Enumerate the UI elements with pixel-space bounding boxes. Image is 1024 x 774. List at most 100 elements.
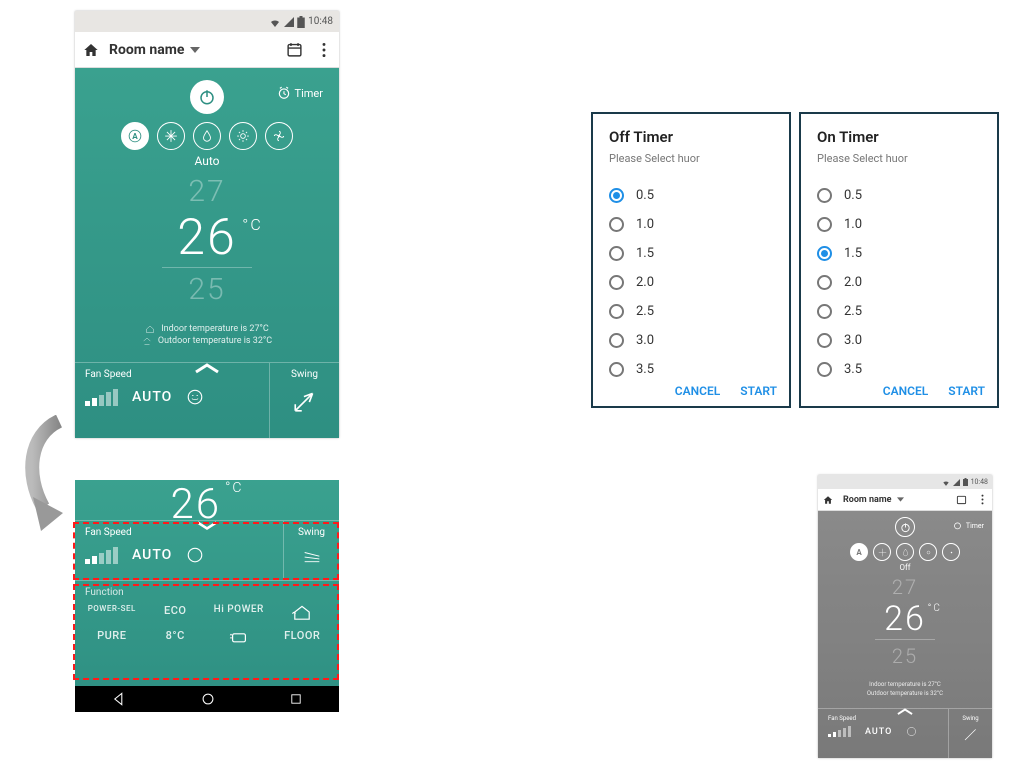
fn-8c[interactable]: 8°C bbox=[149, 629, 203, 648]
radio-icon bbox=[817, 275, 832, 290]
fn-comfort[interactable] bbox=[212, 629, 266, 648]
radio-icon bbox=[817, 217, 832, 232]
expand-icon[interactable] bbox=[193, 361, 221, 375]
temp-decrease[interactable]: 25 bbox=[162, 267, 252, 307]
calendar-icon[interactable] bbox=[956, 494, 967, 505]
phone-main: 10:48 Room name Timer A Auto 27 26°C bbox=[75, 11, 339, 438]
quiet-icon[interactable] bbox=[186, 388, 204, 406]
status-time: 10:48 bbox=[308, 16, 333, 27]
dropdown-icon[interactable] bbox=[897, 496, 904, 503]
mode-fan-button[interactable] bbox=[942, 543, 960, 561]
quiet-icon[interactable] bbox=[186, 546, 204, 564]
overflow-icon[interactable] bbox=[317, 42, 331, 58]
phone-off-state: 10:48 Room name Timer A Off 27 26°C 25 I… bbox=[818, 475, 992, 758]
timer-button[interactable]: Timer bbox=[277, 86, 323, 100]
timer-option-label: 1.5 bbox=[844, 246, 862, 261]
fn-home[interactable] bbox=[276, 604, 330, 623]
timer-option[interactable]: 0.5 bbox=[801, 181, 997, 210]
off-timer-subtitle: Please Select huor bbox=[609, 152, 773, 165]
alarm-icon bbox=[953, 521, 962, 530]
timer-option[interactable]: 3.0 bbox=[593, 326, 789, 355]
timer-option[interactable]: 3.5 bbox=[801, 355, 997, 384]
on-cancel-button[interactable]: CANCEL bbox=[883, 384, 928, 398]
on-start-button[interactable]: START bbox=[948, 384, 985, 398]
temp-increase[interactable]: 27 bbox=[75, 174, 339, 209]
fn-hipower[interactable]: Hi POWER bbox=[212, 604, 266, 623]
home-icon[interactable] bbox=[823, 495, 833, 505]
timer-option[interactable]: 1.0 bbox=[801, 210, 997, 239]
on-timer-title: On Timer bbox=[817, 128, 981, 146]
mode-cool-button[interactable] bbox=[873, 543, 891, 561]
swing-heading: Swing bbox=[278, 369, 331, 380]
scroll-arrow bbox=[19, 415, 81, 535]
timer-option[interactable]: 2.0 bbox=[593, 268, 789, 297]
fn-floor[interactable]: FLOOR bbox=[276, 629, 330, 648]
temp-partial: 26°C bbox=[75, 480, 339, 520]
mode-cool-button[interactable] bbox=[157, 122, 185, 150]
fanspeed-auto[interactable]: AUTO bbox=[132, 389, 172, 405]
radio-icon bbox=[817, 333, 832, 348]
off-timer-options: 0.5 1.01.5 2.0 2.53.03.5 bbox=[593, 181, 789, 384]
collapse-icon[interactable] bbox=[194, 519, 220, 531]
overflow-icon[interactable] bbox=[978, 494, 987, 505]
mode-label: Auto bbox=[75, 154, 339, 168]
timer-option-label: 2.0 bbox=[636, 275, 654, 290]
calendar-icon[interactable] bbox=[286, 41, 303, 58]
timer-option-label: 3.5 bbox=[844, 362, 862, 377]
expand-icon[interactable] bbox=[896, 707, 914, 716]
fn-eco[interactable]: ECO bbox=[149, 604, 203, 623]
mode-heat-button[interactable] bbox=[229, 122, 257, 150]
timer-option[interactable]: 0.5 bbox=[593, 181, 789, 210]
quiet-icon[interactable] bbox=[906, 726, 917, 737]
on-timer-subtitle: Please Select huor bbox=[817, 152, 981, 165]
android-navbar bbox=[75, 686, 339, 712]
radio-icon bbox=[609, 246, 624, 261]
timer-option[interactable]: 2.5 bbox=[593, 297, 789, 326]
timer-option[interactable]: 1.5 bbox=[801, 239, 997, 268]
room-title[interactable]: Room name bbox=[109, 42, 184, 58]
fanspeed-bars[interactable] bbox=[85, 547, 118, 564]
dropdown-icon[interactable] bbox=[190, 45, 200, 55]
timer-option[interactable]: 1.5 bbox=[593, 239, 789, 268]
timer-option-label: 0.5 bbox=[636, 188, 654, 203]
timer-option[interactable]: 3.0 bbox=[801, 326, 997, 355]
timer-option[interactable]: 3.5 bbox=[593, 355, 789, 384]
power-button[interactable] bbox=[190, 80, 224, 114]
recent-icon[interactable] bbox=[290, 693, 302, 705]
fanspeed-bars[interactable] bbox=[85, 389, 118, 406]
mode-fan-button[interactable] bbox=[265, 122, 293, 150]
swing-icon[interactable] bbox=[292, 388, 318, 414]
mode-auto-button[interactable]: A bbox=[121, 122, 149, 150]
fanspeed-panel: Fan Speed AUTO Swing bbox=[75, 520, 339, 580]
timer-option[interactable]: 1.0 bbox=[593, 210, 789, 239]
timer-option-label: 0.5 bbox=[844, 188, 862, 203]
timer-option[interactable]: 2.5 bbox=[801, 297, 997, 326]
battery-icon bbox=[963, 478, 968, 486]
control-panel: Timer A Auto 27 26°C 25 Indoor temperatu… bbox=[75, 68, 339, 438]
on-timer-dialog: On Timer Please Select huor 0.5 1.0 1.5 2.0… bbox=[799, 112, 999, 408]
fn-pure[interactable]: PURE bbox=[85, 629, 139, 648]
phone-scrolled: 26°C Fan Speed AUTO Swing Function POWER… bbox=[75, 480, 339, 712]
mode-dry-button[interactable] bbox=[193, 122, 221, 150]
mode-auto-button[interactable]: A bbox=[850, 543, 868, 561]
power-button[interactable] bbox=[895, 517, 915, 537]
radio-icon bbox=[609, 188, 624, 203]
battery-icon bbox=[297, 16, 305, 28]
mode-heat-button[interactable] bbox=[919, 543, 937, 561]
outdoor-icon bbox=[142, 336, 152, 346]
off-start-button[interactable]: START bbox=[740, 384, 777, 398]
timer-option[interactable]: 2.0 bbox=[801, 268, 997, 297]
home-nav-icon[interactable] bbox=[201, 692, 215, 706]
fanspeed-heading: Fan Speed bbox=[85, 369, 259, 380]
off-cancel-button[interactable]: CANCEL bbox=[675, 384, 720, 398]
swing-icon[interactable] bbox=[301, 546, 323, 570]
swing-icon[interactable] bbox=[963, 726, 979, 742]
radio-icon bbox=[817, 246, 832, 261]
back-icon[interactable] bbox=[112, 692, 126, 706]
fn-powersel[interactable]: POWER-SEL bbox=[85, 604, 139, 623]
mode-dry-button[interactable] bbox=[896, 543, 914, 561]
indoor-icon bbox=[145, 324, 155, 334]
home-icon[interactable] bbox=[83, 42, 99, 58]
timer-button[interactable]: Timer bbox=[953, 521, 984, 530]
off-timer-dialog: Off Timer Please Select huor 0.51.01.52.… bbox=[591, 112, 791, 408]
